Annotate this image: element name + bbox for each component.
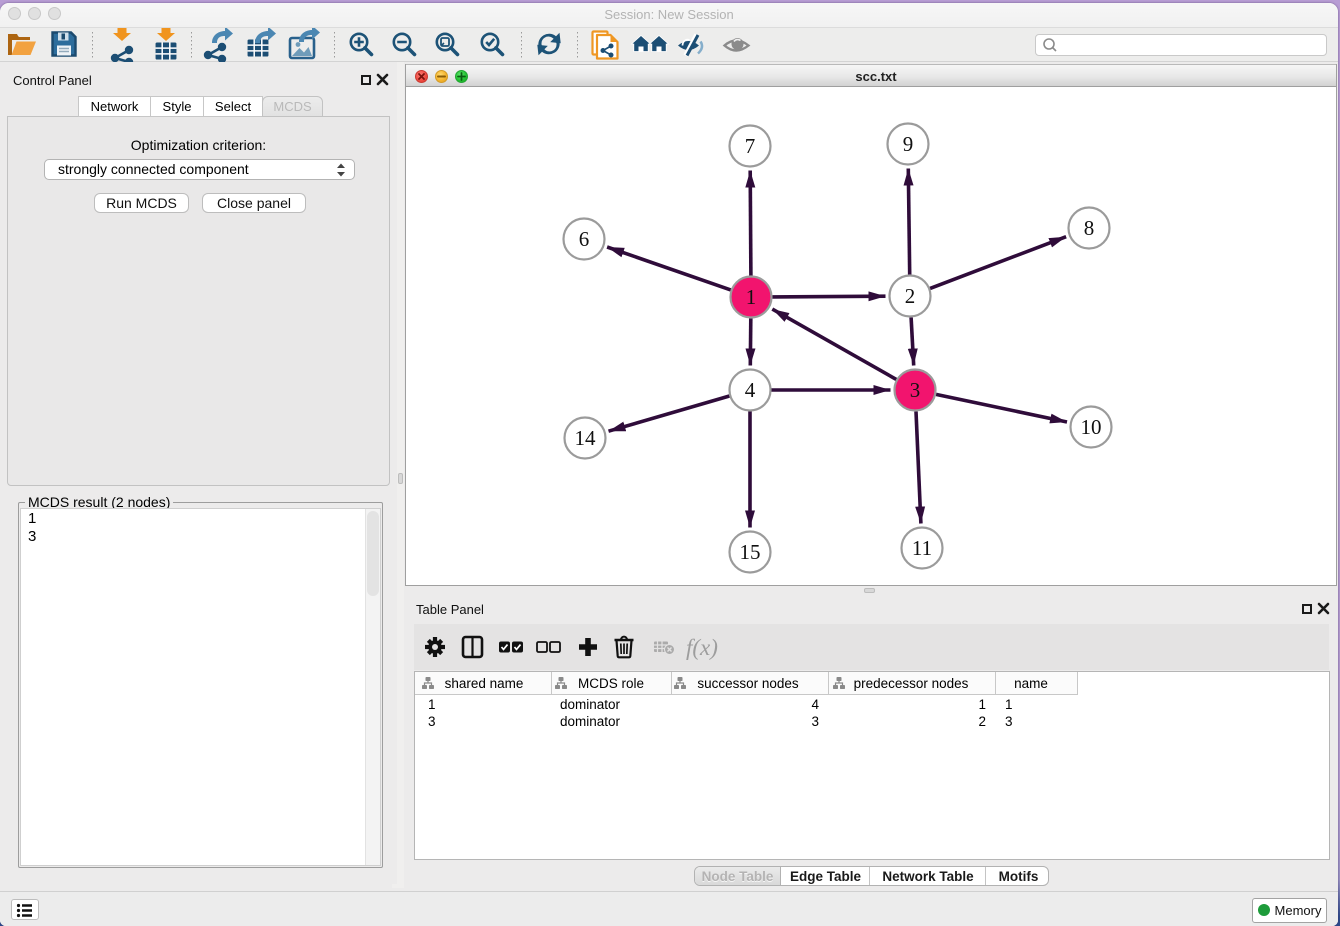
svg-text:9: 9 [903, 132, 914, 156]
svg-text:predecessor nodes: predecessor nodes [854, 676, 969, 691]
svg-text:MCDS role: MCDS role [578, 676, 644, 691]
svg-text:3: 3 [910, 378, 921, 402]
svg-text:name: name [1014, 676, 1048, 691]
svg-text:4: 4 [745, 378, 756, 402]
svg-text:f(x): f(x) [686, 635, 718, 660]
svg-text:7: 7 [745, 134, 756, 158]
svg-text:6: 6 [579, 227, 590, 251]
svg-text:14: 14 [575, 426, 597, 450]
svg-text:2: 2 [905, 284, 916, 308]
svg-text:8: 8 [1084, 216, 1095, 240]
svg-text:1: 1 [746, 285, 757, 309]
svg-text:10: 10 [1081, 415, 1102, 439]
svg-text:11: 11 [912, 536, 932, 560]
svg-text:successor nodes: successor nodes [697, 676, 799, 691]
svg-text:shared name: shared name [445, 676, 524, 691]
svg-text:15: 15 [740, 540, 761, 564]
